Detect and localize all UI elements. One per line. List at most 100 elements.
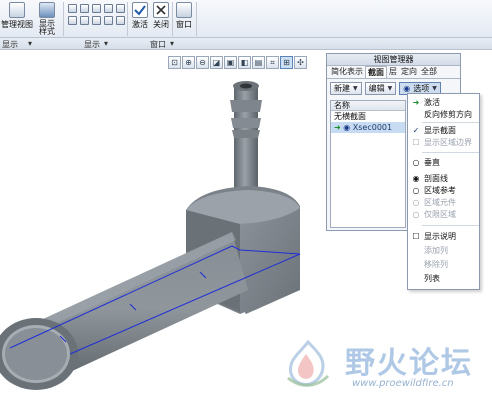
- checkbox-icon: ☐: [412, 232, 420, 241]
- active-arrow-icon: ➜: [334, 123, 341, 132]
- ribbon-separator: [63, 2, 64, 36]
- radio-icon: ○: [412, 198, 420, 207]
- group-label-display[interactable]: 显示: [84, 39, 100, 50]
- window-icon: [176, 2, 192, 18]
- active-arrow-icon: ➜: [412, 98, 420, 107]
- radio-icon: ○: [412, 210, 420, 219]
- xsec-list: 名称 无横截面 ➜ ◉ Xsec0001: [330, 100, 406, 228]
- context-menu-item-label: 激活: [424, 98, 440, 107]
- edit-button-label: 编辑: [368, 83, 385, 93]
- watermark-url: www.proewildfire.cn: [352, 378, 454, 389]
- context-menu-item: ○ 区域元件: [408, 197, 481, 209]
- dropdown-arrow-icon: ▼: [353, 84, 358, 92]
- display-style-label: 显示 样式: [39, 19, 55, 36]
- display-toggle-icon[interactable]: [104, 16, 113, 25]
- display-style-button[interactable]: 显示 样式: [34, 2, 60, 36]
- manage-view-icon: [9, 2, 25, 18]
- context-menu-item-label: 显示区域边界: [424, 138, 472, 147]
- context-menu-item: 添加列: [408, 245, 481, 257]
- display-toggle-icon[interactable]: [68, 16, 77, 25]
- group-label-window[interactable]: 窗口: [150, 39, 166, 50]
- window-label: 窗口: [176, 20, 192, 29]
- radio-icon: ○: [412, 186, 420, 195]
- dropdown-arrow-icon[interactable]: ▾: [104, 39, 108, 48]
- watermark-logo: [287, 339, 330, 387]
- ribbon-separator: [172, 2, 173, 36]
- window-button[interactable]: 窗口: [174, 2, 194, 29]
- new-button-label: 新建: [334, 83, 350, 93]
- list-item[interactable]: 无横截面: [331, 111, 405, 122]
- activate-label: 激活: [132, 20, 148, 29]
- context-menu-item[interactable]: ☐ 显示说明: [408, 231, 481, 243]
- context-menu-item-label: 显示说明: [424, 232, 456, 241]
- edit-button[interactable]: 编辑 ▼: [364, 81, 397, 95]
- eye-icon: ◉: [403, 83, 411, 93]
- tab-orient[interactable]: 定向: [399, 66, 419, 78]
- ribbon: 管理视图 显示 样式 激活 关闭 窗口: [0, 0, 492, 38]
- check-icon: ✓: [412, 126, 420, 135]
- display-toggle-icon[interactable]: [116, 16, 125, 25]
- close-label: 关闭: [153, 20, 169, 29]
- display-toggle-icon[interactable]: [116, 4, 125, 13]
- context-menu-item-label: 区域参考: [424, 186, 456, 195]
- tab-all[interactable]: 全部: [419, 66, 439, 78]
- display-toggle-icon[interactable]: [104, 4, 113, 13]
- display-toggle-icon[interactable]: [80, 16, 89, 25]
- eye-icon: ◉: [343, 123, 351, 132]
- check-icon: [132, 2, 148, 18]
- tab-layers[interactable]: 层: [387, 66, 399, 78]
- tab-xsec[interactable]: 截面: [365, 66, 387, 78]
- close-button[interactable]: 关闭: [151, 2, 171, 29]
- context-menu-item-label: 区域元件: [424, 198, 456, 207]
- context-menu-item: ☐ 显示区域边界: [408, 137, 481, 149]
- checkbox-icon: ☐: [412, 138, 420, 147]
- context-menu-item-label: 仅限区域: [424, 210, 456, 219]
- list-item-selected[interactable]: ➜ ◉ Xsec0001: [331, 122, 405, 133]
- dropdown-arrow-icon: ▼: [387, 84, 393, 92]
- options-button-label: 选项: [413, 83, 430, 93]
- options-context-menu: ➜ 激活反向修剪方向 ✓ 显示截面 ☐ 显示区域边界 ○ 垂直 ◉ 剖面线 ○ 区域参考 ○ 区域元件 ○ 仅…: [407, 93, 480, 290]
- display-toggle-icon[interactable]: [68, 4, 77, 13]
- display-toggle-icon[interactable]: [92, 16, 101, 25]
- view-manager-tabs: 简化表示 截面 层 定向 全部: [327, 66, 460, 79]
- context-menu-item[interactable]: ✓ 显示截面: [408, 125, 481, 137]
- list-column-header[interactable]: 名称: [331, 101, 405, 111]
- context-menu-item[interactable]: 反向修剪方向: [408, 109, 481, 121]
- radio-selected-icon: ◉: [412, 174, 420, 183]
- dropdown-arrow-icon: ▼: [432, 84, 437, 92]
- ribbon-separator: [196, 2, 197, 36]
- context-menu-item-label: 反向修剪方向: [424, 110, 472, 119]
- context-menu-item-label: 垂直: [424, 158, 440, 167]
- radio-icon: ○: [412, 158, 420, 167]
- dropdown-arrow-icon[interactable]: ▾: [28, 39, 32, 48]
- ribbon-separator: [127, 2, 128, 36]
- tab-simplified-rep[interactable]: 简化表示: [329, 66, 365, 78]
- manage-view-label: 管理视图: [1, 20, 33, 29]
- dropdown-arrow-icon[interactable]: ▾: [170, 39, 174, 48]
- context-menu-item: 移除列: [408, 259, 481, 271]
- context-menu-item[interactable]: ◉ 剖面线: [408, 173, 481, 185]
- context-menu-item[interactable]: ➜ 激活: [408, 97, 481, 109]
- cube-icon: [39, 2, 55, 18]
- group-label-display-left: 显示: [2, 40, 18, 49]
- context-menu-item[interactable]: ○ 区域参考: [408, 185, 481, 197]
- activate-button[interactable]: 激活: [130, 2, 150, 29]
- new-button[interactable]: 新建 ▼: [330, 81, 362, 95]
- menu-separator: [422, 152, 479, 153]
- context-menu-item-label: 添加列: [424, 246, 448, 255]
- context-menu-item-label: 列表: [424, 274, 440, 283]
- context-menu-item-label: 显示截面: [424, 126, 456, 135]
- context-menu-item-label: 移除列: [424, 260, 448, 269]
- list-item-label: 无横截面: [334, 112, 366, 121]
- menu-separator: [422, 122, 479, 123]
- context-menu-item: ○ 仅限区域: [408, 209, 481, 221]
- context-menu-item[interactable]: 列表: [408, 273, 481, 285]
- display-toggle-icon[interactable]: [80, 4, 89, 13]
- nozzle-shape: [230, 81, 262, 196]
- context-menu-item[interactable]: ○ 垂直: [408, 157, 481, 169]
- ribbon-group-bar: 显示 ▾ 显示 ▾ 窗口 ▾: [0, 38, 492, 50]
- close-icon: [153, 2, 169, 18]
- context-menu-item-label: 剖面线: [424, 174, 448, 183]
- display-toggle-icon[interactable]: [92, 4, 101, 13]
- manage-view-button[interactable]: 管理视图: [1, 2, 33, 29]
